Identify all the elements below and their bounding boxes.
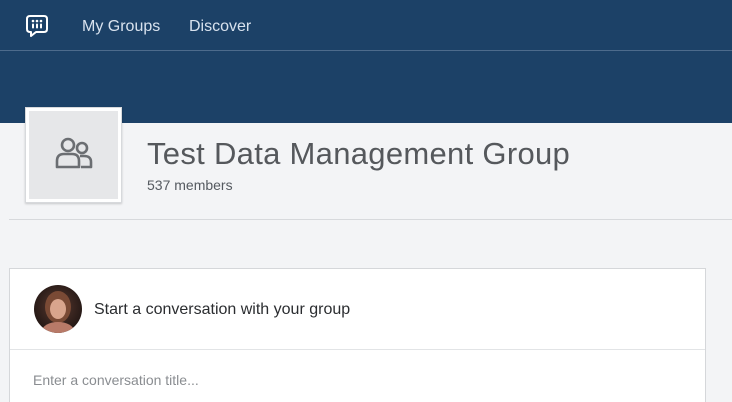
speech-bubble-icon[interactable] <box>25 14 49 38</box>
user-avatar <box>34 285 82 333</box>
nav-my-groups[interactable]: My Groups <box>82 17 160 37</box>
member-count[interactable]: 537 members <box>147 177 233 193</box>
group-avatar-placeholder <box>29 111 118 199</box>
conversation-title-input[interactable] <box>33 369 673 391</box>
group-people-icon <box>54 136 94 175</box>
group-title: Test Data Management Group <box>147 136 571 171</box>
nav-discover[interactable]: Discover <box>189 17 251 37</box>
header-divider <box>9 219 732 220</box>
header-banner: My Groups Discover <box>0 0 732 123</box>
top-nav: My Groups Discover <box>0 0 732 51</box>
conversation-composer: Start a conversation with your group <box>9 268 706 402</box>
composer-header: Start a conversation with your group <box>10 269 705 350</box>
composer-prompt: Start a conversation with your group <box>94 301 351 318</box>
group-avatar[interactable] <box>25 107 122 203</box>
